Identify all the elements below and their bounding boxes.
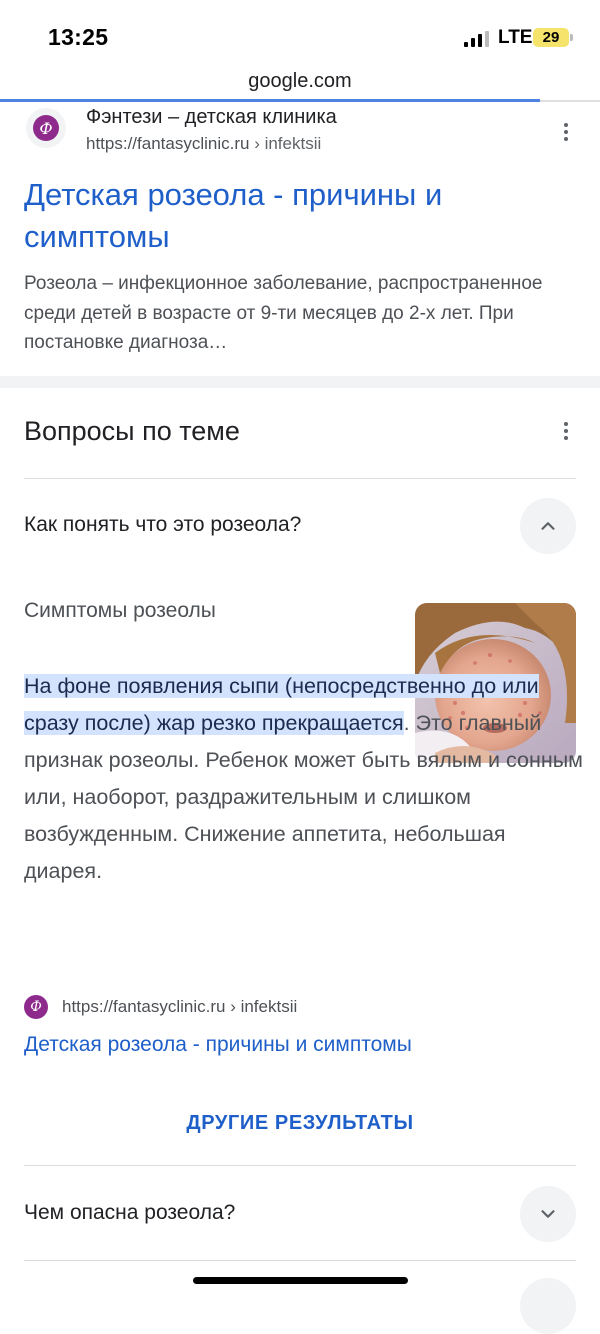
paa-question-1[interactable]: Как понять что это розеола? [24,513,301,537]
paa-divider [24,478,576,479]
source-url-path: › infektsii [225,997,298,1016]
chevron-down-icon [541,1210,555,1218]
page-load-progress-track [540,100,600,102]
battery-icon: 29 [533,28,569,47]
paa-more-options-icon[interactable] [554,419,578,443]
answer-text: На фоне появления сыпи (непосредственно … [24,668,584,890]
result-url-domain: https://fantasyclinic.ru [86,134,250,153]
chevron-up-icon [541,522,555,530]
site-favicon-logo: Ф [33,115,59,141]
expand-button[interactable] [520,1186,576,1242]
paa-divider-3 [24,1260,576,1261]
paa-question-2[interactable]: Чем опасна розеола? [24,1201,235,1225]
paa-divider-2 [24,1165,576,1166]
source-url-domain: https://fantasyclinic.ru [62,997,226,1016]
result-snippet: Розеола – инфекционное заболевание, расп… [24,273,543,353]
cellular-signal-icon [464,31,489,47]
network-type: LTE [498,27,533,48]
address-bar[interactable]: google.com [0,70,600,93]
home-indicator[interactable] [193,1277,408,1284]
status-time: 13:25 [48,24,109,50]
fantasy-logo-icon: Ф [39,119,52,138]
collapse-button[interactable] [520,498,576,554]
result-url-path: › infektsii [249,134,322,153]
paa-heading: Вопросы по теме [24,416,240,446]
section-divider [0,376,600,388]
site-favicon[interactable]: Ф [26,108,66,148]
expand-button-next[interactable] [520,1278,576,1334]
source-title-link[interactable]: Детская розеола - причины и симптомы [24,1033,412,1057]
battery-tip [570,34,573,41]
result-site-name[interactable]: Фэнтези – детская клиника [86,106,337,129]
svg-text:Ф: Ф [39,119,52,138]
source-favicon: Ф [24,995,48,1019]
answer-heading: Симптомы розеолы [24,599,216,622]
result-more-options-icon[interactable] [554,120,578,144]
more-results-button[interactable]: ДРУГИЕ РЕЗУЛЬТАТЫ [0,1112,600,1135]
page-load-progress [0,99,540,102]
result-url[interactable]: https://fantasyclinic.ru › infektsii [86,134,321,154]
result-title-link[interactable]: Детская розеола - причины и симптомы [24,174,574,258]
answer-rest: . Это главный признак розеолы. Ребенок м… [24,711,583,883]
source-url[interactable]: https://fantasyclinic.ru › infektsii [62,997,297,1017]
